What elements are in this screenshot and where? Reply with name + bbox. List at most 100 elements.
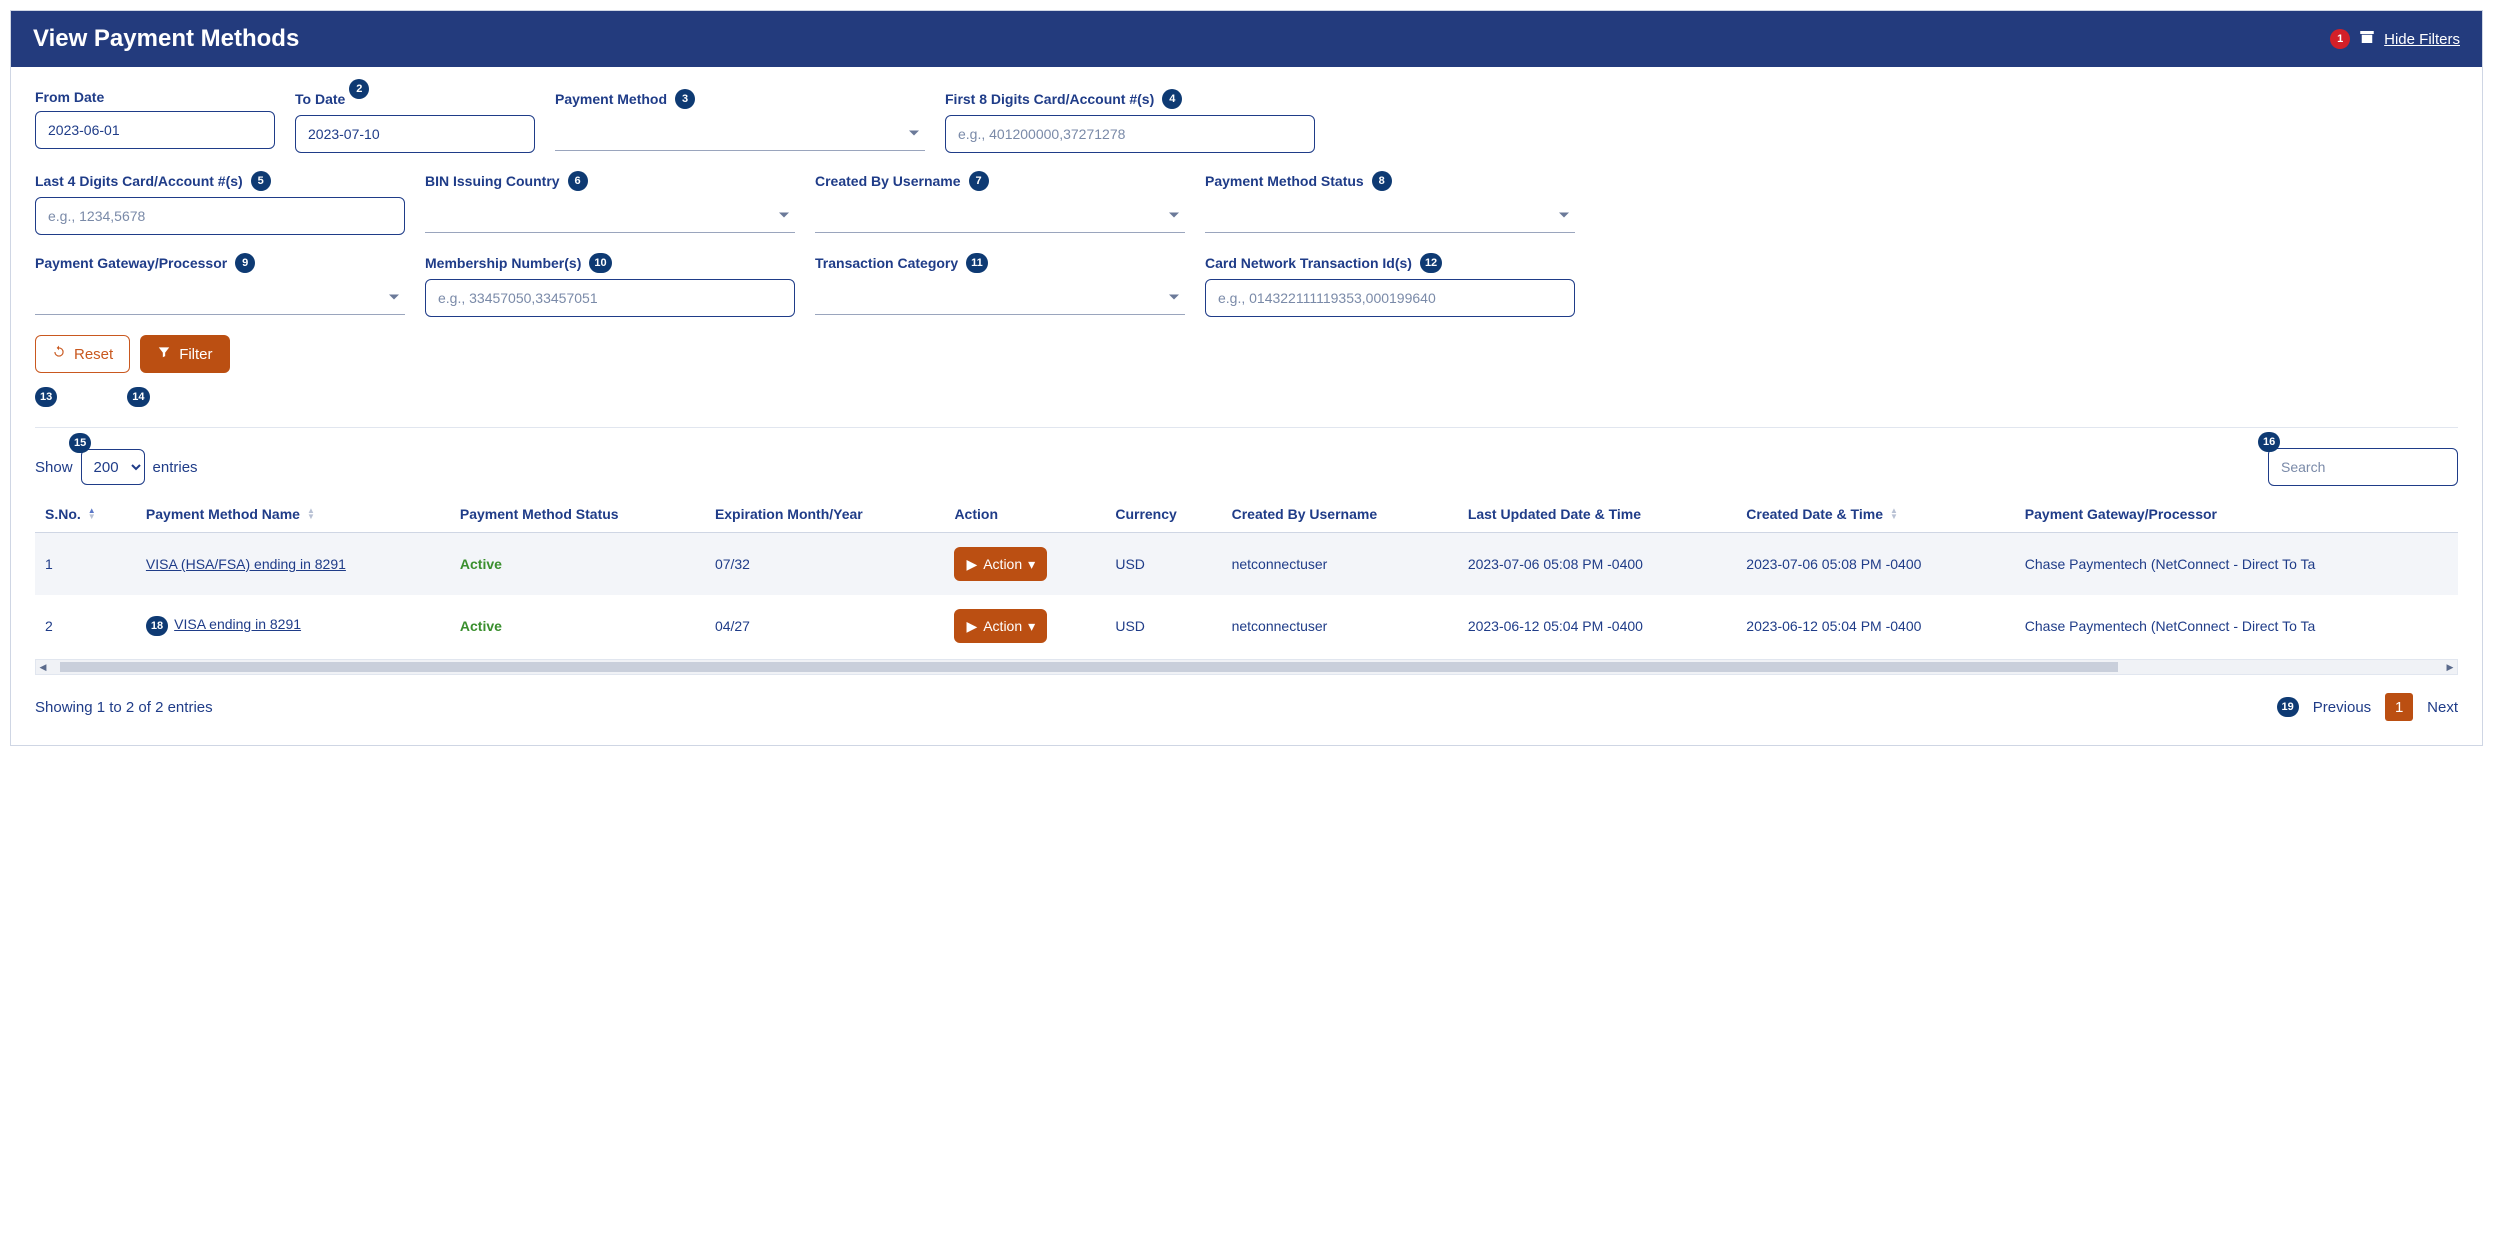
scroll-thumb[interactable] bbox=[60, 662, 2118, 672]
col-pm-name[interactable]: 17Payment Method Name▲▼ bbox=[136, 496, 450, 533]
first8-label: First 8 Digits Card/Account #(s) bbox=[945, 91, 1154, 107]
gateway-label: Payment Gateway/Processor bbox=[35, 255, 227, 271]
previous-button[interactable]: Previous bbox=[2313, 699, 2371, 716]
created-by-label: Created By Username bbox=[815, 173, 961, 189]
cell-created-dt: 2023-07-06 05:08 PM -0400 bbox=[1736, 533, 2014, 596]
cell-last-updated: 2023-06-12 05:04 PM -0400 bbox=[1458, 595, 1736, 657]
archive-icon bbox=[2358, 28, 2376, 50]
pagination: 19 Previous 1 Next bbox=[2277, 693, 2458, 721]
payment-methods-window: View Payment Methods 1 Hide Filters From… bbox=[10, 10, 2483, 746]
badge-5: 5 bbox=[251, 171, 271, 191]
cell-exp: 07/32 bbox=[705, 533, 945, 596]
entries-label: entries bbox=[153, 459, 198, 476]
col-currency[interactable]: Currency bbox=[1105, 496, 1221, 533]
membership-label: Membership Number(s) bbox=[425, 255, 581, 271]
payment-methods-table: S.No.▲▼ 17Payment Method Name▲▼ Payment … bbox=[35, 496, 2458, 657]
badge-4: 4 bbox=[1162, 89, 1182, 109]
status-badge: Active bbox=[460, 556, 502, 572]
gateway-select[interactable] bbox=[35, 279, 405, 315]
badge-7: 7 bbox=[969, 171, 989, 191]
col-sno[interactable]: S.No.▲▼ bbox=[35, 496, 136, 533]
created-by-select[interactable] bbox=[815, 197, 1185, 233]
cell-last-updated: 2023-07-06 05:08 PM -0400 bbox=[1458, 533, 1736, 596]
from-date-input[interactable] bbox=[35, 111, 275, 149]
last4-input[interactable] bbox=[35, 197, 405, 235]
funnel-icon bbox=[157, 345, 171, 363]
col-action: Action bbox=[944, 496, 1105, 533]
badge-8: 8 bbox=[1372, 171, 1392, 191]
cell-created-dt: 2023-06-12 05:04 PM -0400 bbox=[1736, 595, 2014, 657]
action-button[interactable]: ▶Action▾ bbox=[954, 609, 1047, 643]
filters-area: From Date To Date2 Payment Method 3 First… bbox=[11, 67, 2482, 383]
table-row: 1 VISA (HSA/FSA) ending in 8291 Active 0… bbox=[35, 533, 2458, 596]
pm-status-label: Payment Method Status bbox=[1205, 173, 1364, 189]
network-txn-label: Card Network Transaction Id(s) bbox=[1205, 255, 1412, 271]
badge-11: 11 bbox=[966, 253, 988, 273]
pm-status-select[interactable] bbox=[1205, 197, 1575, 233]
caret-down-icon: ▾ bbox=[1028, 618, 1035, 635]
badge-12: 12 bbox=[1420, 253, 1442, 273]
panel-header: View Payment Methods 1 Hide Filters bbox=[11, 11, 2482, 67]
network-txn-input[interactable] bbox=[1205, 279, 1575, 317]
col-created-by[interactable]: Created By Username bbox=[1222, 496, 1458, 533]
badge-3: 3 bbox=[675, 89, 695, 109]
payment-method-link[interactable]: VISA ending in 8291 bbox=[174, 616, 301, 632]
show-label: Show bbox=[35, 459, 73, 476]
reset-button[interactable]: Reset bbox=[35, 335, 130, 373]
txn-category-label: Transaction Category bbox=[815, 255, 958, 271]
bin-country-label: BIN Issuing Country bbox=[425, 173, 560, 189]
hide-filters-link[interactable]: Hide Filters bbox=[2384, 31, 2460, 48]
cell-sno: 2 bbox=[35, 595, 136, 657]
badge-18: 18 bbox=[146, 616, 168, 636]
cell-created-by: netconnectuser bbox=[1222, 595, 1458, 657]
bin-country-select[interactable] bbox=[425, 197, 795, 233]
payment-method-select[interactable] bbox=[555, 115, 925, 151]
cell-gateway: Chase Paymentech (NetConnect - Direct To… bbox=[2015, 595, 2458, 657]
first8-input[interactable] bbox=[945, 115, 1315, 153]
col-last-updated[interactable]: Last Updated Date & Time bbox=[1458, 496, 1736, 533]
horizontal-scrollbar[interactable]: ◀ ▶ bbox=[35, 659, 2458, 675]
cell-created-by: netconnectuser bbox=[1222, 533, 1458, 596]
to-date-label: To Date bbox=[295, 91, 345, 107]
page-title: View Payment Methods bbox=[33, 25, 299, 53]
col-created-dt[interactable]: Created Date & Time▲▼ bbox=[1736, 496, 2014, 533]
filter-button[interactable]: Filter bbox=[140, 335, 229, 373]
play-icon: ▶ bbox=[966, 618, 977, 635]
badge-2: 2 bbox=[349, 79, 369, 99]
search-input[interactable] bbox=[2268, 448, 2458, 486]
filter-count-badge: 1 bbox=[2330, 29, 2350, 49]
status-badge: Active bbox=[460, 618, 502, 634]
table-row: 2 18 VISA ending in 8291 Active 04/27 ▶Ac… bbox=[35, 595, 2458, 657]
payment-method-link[interactable]: VISA (HSA/FSA) ending in 8291 bbox=[146, 556, 346, 572]
col-pm-status[interactable]: Payment Method Status bbox=[450, 496, 705, 533]
badge-19: 19 bbox=[2277, 697, 2299, 717]
table-scroll[interactable]: S.No.▲▼ 17Payment Method Name▲▼ Payment … bbox=[35, 496, 2458, 657]
next-button[interactable]: Next bbox=[2427, 699, 2458, 716]
badge-15: 15 bbox=[69, 433, 91, 453]
from-date-label: From Date bbox=[35, 89, 104, 105]
cell-currency: USD bbox=[1105, 533, 1221, 596]
badge-14: 14 bbox=[127, 387, 149, 407]
refresh-icon bbox=[52, 345, 66, 363]
page-size-select[interactable]: 200 bbox=[81, 449, 145, 485]
hide-filters-group: 1 Hide Filters bbox=[2330, 28, 2460, 50]
payment-method-label: Payment Method bbox=[555, 91, 667, 107]
show-entries-group: 15 Show 200 entries bbox=[35, 449, 198, 485]
badge-13: 13 bbox=[35, 387, 57, 407]
badge-10: 10 bbox=[589, 253, 611, 273]
caret-down-icon: ▾ bbox=[1028, 556, 1035, 573]
col-exp[interactable]: Expiration Month/Year bbox=[705, 496, 945, 533]
cell-gateway: Chase Paymentech (NetConnect - Direct To… bbox=[2015, 533, 2458, 596]
cell-sno: 1 bbox=[35, 533, 136, 596]
entries-info: Showing 1 to 2 of 2 entries bbox=[35, 699, 213, 716]
current-page[interactable]: 1 bbox=[2385, 693, 2413, 721]
cell-exp: 04/27 bbox=[705, 595, 945, 657]
membership-input[interactable] bbox=[425, 279, 795, 317]
col-gateway[interactable]: Payment Gateway/Processor bbox=[2015, 496, 2458, 533]
badge-16: 16 bbox=[2258, 432, 2280, 452]
txn-category-select[interactable] bbox=[815, 279, 1185, 315]
scroll-right-icon[interactable]: ▶ bbox=[2443, 660, 2457, 674]
action-button[interactable]: ▶Action▾ bbox=[954, 547, 1047, 581]
to-date-input[interactable] bbox=[295, 115, 535, 153]
scroll-left-icon[interactable]: ◀ bbox=[36, 660, 50, 674]
